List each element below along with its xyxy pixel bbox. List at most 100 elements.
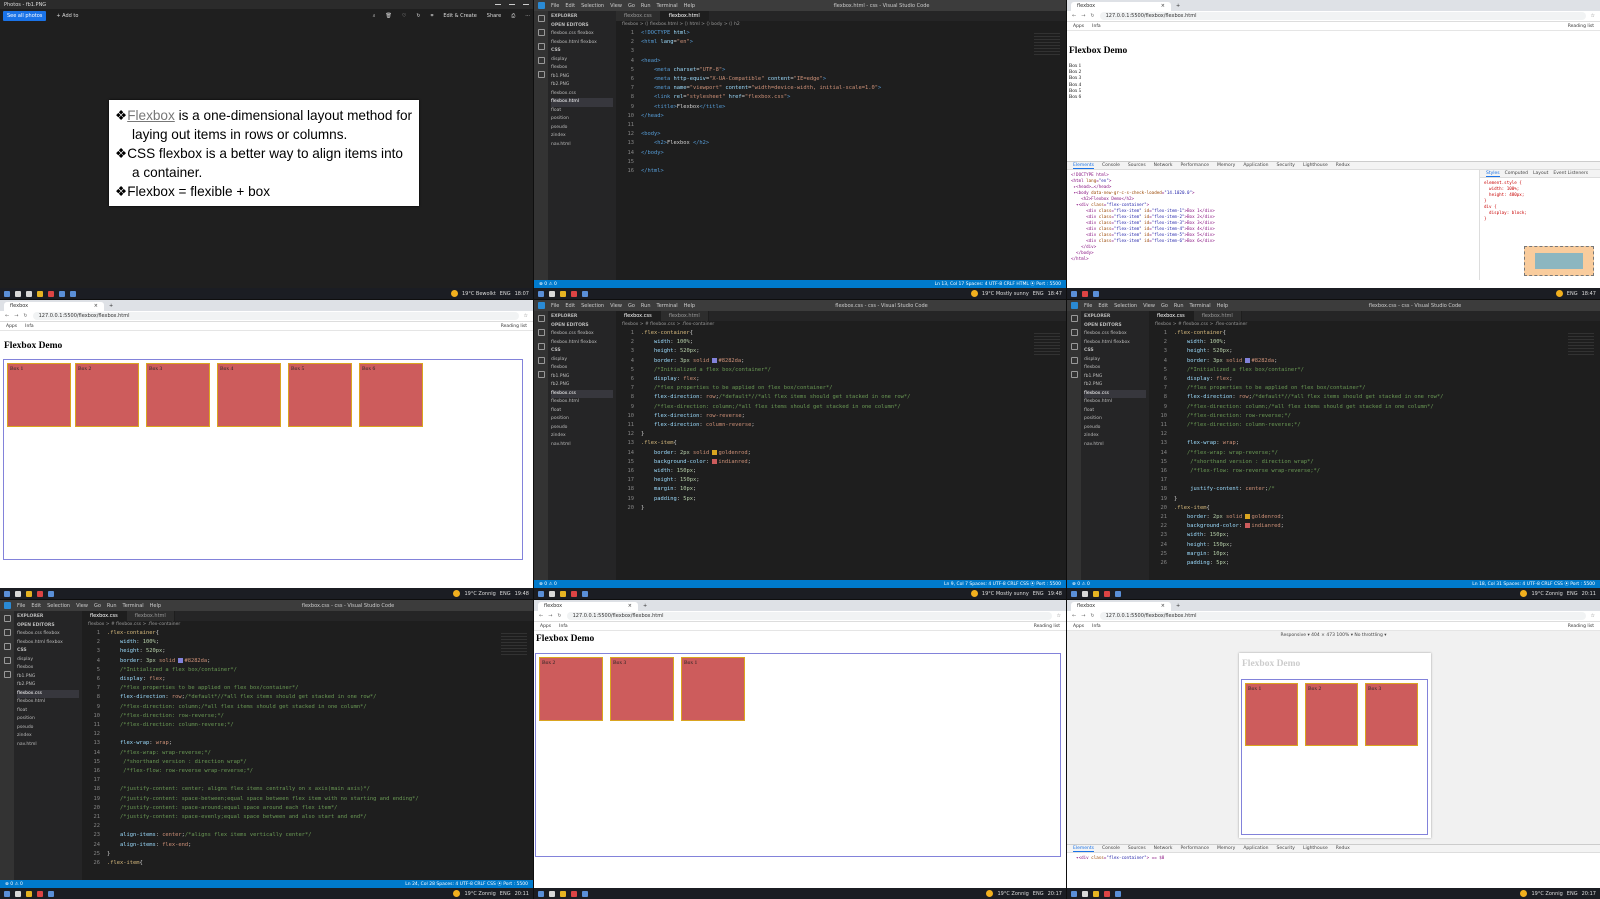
windows-start-icon[interactable]: [538, 890, 544, 897]
clock[interactable]: 18:47: [1582, 291, 1596, 297]
chrome-icon[interactable]: [48, 290, 54, 297]
menu-terminal[interactable]: Terminal: [1190, 303, 1211, 309]
vscode-icon[interactable]: [582, 590, 588, 597]
explorer-icon[interactable]: [537, 15, 545, 22]
tree-item[interactable]: position: [17, 715, 79, 724]
language-indicator[interactable]: ENG: [1567, 891, 1578, 897]
search-icon[interactable]: [1070, 329, 1078, 336]
menu-edit[interactable]: Edit: [1098, 303, 1108, 309]
address-bar[interactable]: 127.0.0.1:5500/flexbox/flexbox.html: [32, 312, 519, 320]
menu-run[interactable]: Run: [1174, 303, 1184, 309]
search-icon[interactable]: [537, 29, 545, 36]
new-tab-icon[interactable]: +: [643, 602, 647, 611]
tree-item[interactable]: fb1.PNG: [551, 373, 613, 382]
chrome-icon[interactable]: [1104, 890, 1110, 897]
explorer-icon[interactable]: [537, 315, 545, 322]
editor-area[interactable]: flexbox.css flexbox.html flexbox > ⟨⟩ fle…: [616, 11, 1066, 280]
tree-item[interactable]: flexbox.css: [551, 90, 613, 99]
bookmark-apps[interactable]: Apps: [1073, 24, 1084, 29]
vscode-icon[interactable]: [1115, 590, 1121, 597]
breadcrumb[interactable]: flexbox > # flexbox.css > .flex-containe…: [616, 321, 1066, 329]
devtools-tab-network[interactable]: Network: [1154, 845, 1173, 852]
code-css[interactable]: 1 .flex-container{ 2 width: 100%; 3 heigh…: [82, 629, 533, 868]
devtools-tab-lighthouse[interactable]: Lighthouse: [1303, 845, 1328, 852]
clock[interactable]: 19:48: [1048, 591, 1062, 597]
tree-item[interactable]: zindex: [1084, 432, 1146, 441]
tree-item[interactable]: flexbox.css: [17, 689, 79, 698]
file-explorer-icon[interactable]: [1093, 890, 1099, 897]
code-css[interactable]: 1 .flex-container{ 2 width: 100%; 3 heigh…: [616, 329, 1066, 513]
minimap[interactable]: [1568, 333, 1594, 357]
tab-flexbox-css[interactable]: flexbox.css: [82, 611, 127, 621]
tree-item[interactable]: display: [1084, 356, 1146, 365]
windows-start-icon[interactable]: [4, 590, 10, 597]
breadcrumb[interactable]: flexbox > # flexbox.css > .flex-containe…: [1149, 321, 1600, 329]
tree-item[interactable]: flexbox.html: [551, 398, 613, 407]
chrome-icon[interactable]: [571, 290, 577, 297]
clock[interactable]: 20:11: [515, 891, 529, 897]
tree-item[interactable]: display: [551, 356, 613, 365]
search-icon[interactable]: [15, 290, 21, 297]
tree-item[interactable]: float: [551, 107, 613, 116]
reload-icon[interactable]: ↻: [23, 313, 27, 319]
tree-item[interactable]: float: [551, 407, 613, 416]
bookmark-infa[interactable]: Infa: [25, 324, 34, 329]
devtools-tab-network[interactable]: Network: [1154, 162, 1173, 169]
add-to-button[interactable]: + Add to: [56, 13, 78, 19]
tree-item[interactable]: flexbox.css flexbox: [551, 330, 613, 339]
tree-item[interactable]: flexbox.html flexbox: [17, 639, 79, 648]
tree-item[interactable]: fb2.PNG: [551, 81, 613, 90]
photos-icon[interactable]: [70, 290, 76, 297]
tree-item[interactable]: flexbox: [551, 64, 613, 73]
windows-start-icon[interactable]: [4, 890, 10, 897]
vscode-icon[interactable]: [59, 290, 65, 297]
tree-item[interactable]: flexbox: [551, 364, 613, 373]
tree-item[interactable]: position: [551, 415, 613, 424]
problems-count[interactable]: ⊗ 0 ⚠ 0: [539, 282, 557, 287]
explorer-icon[interactable]: [3, 615, 11, 622]
tab-flexbox-css[interactable]: flexbox.css: [1149, 311, 1194, 321]
devtools-tab-elements[interactable]: Elements: [1073, 162, 1094, 169]
dom-tree[interactable]: ▾<div class="flex-container"> == $0: [1067, 853, 1600, 863]
extensions-icon[interactable]: [1070, 371, 1078, 378]
file-explorer-icon[interactable]: [560, 890, 566, 897]
chrome-icon[interactable]: [37, 890, 43, 897]
problems-count[interactable]: ⊗ 0 ⚠ 0: [5, 882, 23, 887]
styles-tab[interactable]: Styles: [1486, 170, 1500, 177]
bookmark-apps[interactable]: Apps: [1073, 624, 1084, 629]
code-css[interactable]: 1 .flex-container{ 2 width: 100%; 3 heigh…: [1149, 329, 1600, 568]
styles-pane[interactable]: Styles Computed Layout Event Listeners elem…: [1480, 170, 1600, 280]
menu-file[interactable]: File: [17, 603, 25, 609]
back-icon[interactable]: ←: [5, 313, 9, 319]
bookmark-star-icon[interactable]: ☆: [1591, 13, 1595, 19]
chrome-icon[interactable]: [1082, 290, 1088, 297]
breadcrumb[interactable]: flexbox > # flexbox.css > .flex-containe…: [82, 621, 533, 629]
reading-list[interactable]: Reading list: [501, 324, 527, 329]
tree-item[interactable]: zindex: [17, 732, 79, 741]
reading-list[interactable]: Reading list: [1568, 24, 1594, 29]
menu-file[interactable]: File: [551, 3, 559, 9]
tree-folder[interactable]: CSS: [1084, 347, 1146, 356]
extensions-icon[interactable]: [3, 671, 11, 678]
bookmark-infa[interactable]: Infa: [1092, 24, 1101, 29]
new-tab-icon[interactable]: +: [1176, 602, 1180, 611]
windows-start-icon[interactable]: [538, 590, 544, 597]
event-listeners-tab[interactable]: Event Listeners: [1553, 170, 1588, 177]
extensions-icon[interactable]: [537, 71, 545, 78]
devtools-tab-lighthouse[interactable]: Lighthouse: [1303, 162, 1328, 169]
tree-item[interactable]: flexbox.css: [551, 389, 613, 398]
menu-file[interactable]: File: [551, 303, 559, 309]
devtools-tab-performance[interactable]: Performance: [1180, 162, 1209, 169]
back-icon[interactable]: ←: [1072, 13, 1076, 19]
chrome-icon[interactable]: [1104, 590, 1110, 597]
back-icon[interactable]: ←: [1072, 613, 1076, 619]
tree-item[interactable]: float: [1084, 407, 1146, 416]
tree-item[interactable]: pseudo: [17, 724, 79, 733]
tab-flexbox-html[interactable]: flexbox.html: [660, 311, 709, 321]
address-bar[interactable]: 127.0.0.1:5500/flexbox/flexbox.html: [566, 612, 1052, 620]
reading-list[interactable]: Reading list: [1034, 624, 1060, 629]
menu-selection[interactable]: Selection: [1114, 303, 1137, 309]
extensions-icon[interactable]: [537, 371, 545, 378]
bookmark-star-icon[interactable]: ☆: [524, 313, 528, 319]
menu-edit[interactable]: Edit: [31, 603, 41, 609]
